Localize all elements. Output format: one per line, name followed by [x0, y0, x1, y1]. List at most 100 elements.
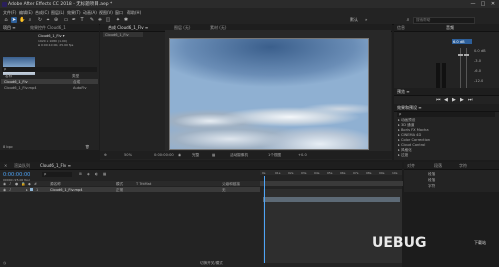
layer-label-color[interactable] — [30, 188, 33, 191]
effects-item[interactable]: ▸ Color Correction — [398, 138, 430, 142]
tab-render-queue[interactable]: 渲染队列 — [14, 163, 30, 169]
project-item-name[interactable]: Cloud6_1_Flv ▾ — [38, 34, 65, 38]
first-frame-icon[interactable]: ⏮ — [436, 97, 441, 103]
tab-paragraph[interactable]: 段落 — [434, 163, 442, 169]
magnifier-icon[interactable]: ⊕ — [104, 153, 107, 157]
tab-composition[interactable]: 合成 Cloud6_1_Flv ≡ — [108, 25, 148, 31]
camera-tool-icon[interactable]: ⌖ — [45, 17, 51, 23]
list-item[interactable]: Cloud6_1_Flv.mp4 AutoFlv — [1, 85, 98, 90]
trkmat-col[interactable]: T TrkMat — [136, 182, 151, 186]
layer-duration-bar[interactable] — [263, 197, 400, 202]
puppet-tool-icon[interactable]: ✱ — [123, 17, 129, 23]
effects-item[interactable]: ▸ Cloud Control — [398, 143, 425, 147]
db-label-1: -3.0 — [474, 59, 482, 63]
camera-select[interactable]: 活动摄像机 — [230, 153, 248, 158]
next-frame-icon[interactable]: ▶ — [460, 97, 464, 103]
table-row[interactable]: ◉ ♪ ▸ 1 Cloud6_1_Flv.mp4 正常 无 — [0, 187, 260, 192]
draft-3d-icon[interactable]: ◈ — [87, 172, 90, 176]
list-item[interactable]: Cloud6_1_Flv 合成 — [1, 79, 98, 84]
solo-column-icon[interactable]: ● — [15, 182, 18, 186]
effects-item[interactable]: ▸ Boris FX Mocha — [398, 128, 429, 132]
library-item[interactable]: 段落 — [428, 178, 435, 183]
breadcrumb[interactable]: Cloud6_1_Flv — [103, 32, 143, 37]
tab-character[interactable]: 字符 — [459, 163, 467, 169]
work-area-bar[interactable] — [260, 181, 403, 186]
type-tool-icon[interactable]: T — [79, 17, 85, 23]
layer-audio-icon[interactable]: ♪ — [9, 188, 11, 192]
quality-select[interactable]: 完整 — [192, 153, 199, 158]
toggle-switches-modes[interactable]: 切换开关/模式 — [200, 261, 223, 266]
time-ruler[interactable]: 0s 01s 02s 03s 04s 05s 06s 07s 08s 09s 1… — [260, 170, 402, 175]
close-button[interactable]: ✕ — [488, 0, 498, 8]
tab-effects-presets[interactable]: 效果和预设 ≡ — [397, 105, 422, 111]
tab-preview[interactable]: 预览 ≡ — [397, 89, 410, 95]
views-select[interactable]: 1个视图 — [268, 153, 281, 158]
workspace-menu-icon[interactable]: » — [365, 17, 367, 22]
play-icon[interactable]: ▶ — [452, 97, 456, 103]
tab-align[interactable]: 对齐 — [407, 163, 415, 169]
timeline-search-input[interactable]: ρ — [42, 172, 72, 177]
list-item-type: 合成 — [73, 79, 81, 84]
pen-tool-icon[interactable]: ✒ — [71, 17, 77, 23]
search-icon[interactable]: ⌕ — [405, 17, 411, 23]
eraser-tool-icon[interactable]: ◫ — [105, 17, 111, 23]
help-search-input[interactable]: 搜索帮助 — [413, 17, 475, 24]
label-column-icon[interactable]: ◆ — [28, 182, 31, 186]
lock-column-icon[interactable]: 🔒 — [21, 182, 25, 186]
effects-search-input[interactable]: ρ — [397, 112, 495, 117]
project-search-icon: ρ — [4, 67, 7, 71]
layer-name[interactable]: Cloud6_1_Flv.mp4 — [50, 188, 83, 192]
library-item[interactable]: 字符 — [428, 184, 435, 189]
audio-slider-handle[interactable] — [458, 54, 463, 56]
comp-timecode[interactable]: 0:00:00:00 — [154, 153, 174, 157]
layer-expand-icon[interactable]: ▸ — [26, 188, 28, 192]
maximize-button[interactable]: □ — [478, 0, 488, 8]
tab-timeline[interactable]: Cloud6_1_Flv ≡ — [40, 163, 71, 168]
audio-slider-handle[interactable] — [464, 54, 469, 56]
source-name-col[interactable]: 源名称 — [50, 182, 61, 187]
layer-visibility-icon[interactable]: ◉ — [3, 188, 6, 192]
sky-footage-frame[interactable] — [169, 38, 369, 150]
home-icon[interactable]: ⌂ — [3, 17, 9, 23]
tab-project[interactable]: 项目 ≡ — [3, 25, 16, 31]
minimize-button[interactable]: — — [468, 0, 478, 8]
region-icon[interactable]: ▦ — [212, 153, 215, 157]
tab-info[interactable]: 信息 — [397, 25, 405, 31]
stamp-tool-icon[interactable]: ⎈ — [97, 17, 103, 23]
tab-audio[interactable]: 音频 — [446, 25, 454, 31]
bpc-label[interactable]: 8 bpc — [3, 145, 13, 149]
layer-mode[interactable]: 正常 — [116, 188, 123, 193]
workspace-label[interactable]: 默认 — [350, 17, 358, 23]
audio-level-badge[interactable]: 6.0 dB — [452, 39, 472, 44]
audio-column-icon[interactable]: ♪ — [9, 182, 11, 186]
hand-tool-icon[interactable]: ✋ — [19, 17, 25, 23]
layer-parent[interactable]: 无 — [222, 188, 226, 193]
selection-tool-icon[interactable]: ➤ — [11, 16, 17, 23]
effects-item[interactable]: ▸ CINEMA 4D — [398, 133, 421, 137]
zoom-level[interactable]: 50% — [124, 153, 132, 157]
effects-item[interactable]: ▸ 过渡 — [398, 153, 408, 158]
render-time-icon[interactable]: ◷ — [3, 261, 6, 265]
roto-tool-icon[interactable]: ✦ — [115, 17, 121, 23]
eye-column-icon[interactable]: ◉ — [3, 182, 6, 186]
playhead[interactable] — [264, 176, 265, 263]
rotate-tool-icon[interactable]: ↻ — [37, 17, 43, 23]
close-tab-icon[interactable]: ✕ — [4, 163, 7, 168]
camera-snapshot-icon[interactable]: ◉ — [178, 153, 181, 157]
zoom-tool-icon[interactable]: ⌕ — [27, 17, 33, 23]
mode-col[interactable]: 模式 — [116, 182, 123, 187]
tab-effect-controls[interactable]: 效果控件 Cloud6_1 — [30, 25, 66, 31]
brush-tool-icon[interactable]: ✎ — [89, 17, 95, 23]
comp-flowchart-icon[interactable]: ⊞ — [79, 172, 82, 176]
trash-icon[interactable]: 🗑 — [85, 145, 90, 149]
project-search-input[interactable]: ρ — [2, 67, 97, 72]
motion-blur-icon[interactable]: ◐ — [95, 172, 98, 176]
graph-editor-icon[interactable]: ▦ — [103, 172, 106, 176]
rectangle-tool-icon[interactable]: ▭ — [63, 17, 69, 23]
last-frame-icon[interactable]: ⏭ — [468, 97, 473, 103]
library-item[interactable]: 段落 — [428, 172, 435, 177]
parent-col[interactable]: 父级和链接 — [222, 182, 240, 187]
prev-frame-icon[interactable]: ◀ — [444, 97, 448, 103]
exposure-offset[interactable]: +0.0 — [298, 153, 307, 157]
pan-behind-tool-icon[interactable]: ⊕ — [53, 17, 59, 23]
